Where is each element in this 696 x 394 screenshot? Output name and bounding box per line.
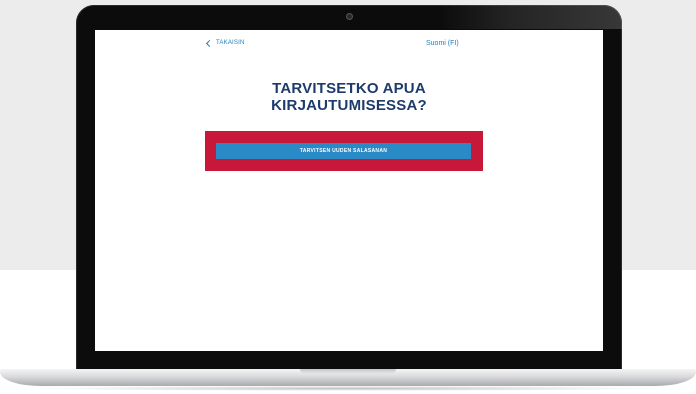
screen-glare [440,5,622,29]
product-mockup: TAKAISIN Suomi (FI) TARVITSETKO APUA KIR… [0,0,696,394]
laptop-shadow [30,386,666,391]
back-label: TAKAISIN [216,40,245,46]
laptop-screen: TAKAISIN Suomi (FI) TARVITSETKO APUA KIR… [95,30,603,351]
camera-icon [346,13,353,20]
page-title: TARVITSETKO APUA KIRJAUTUMISESSA? [95,80,603,114]
back-link[interactable]: TAKAISIN [205,39,245,47]
page-title-line-2: KIRJAUTUMISESSA? [271,97,427,114]
laptop-opening-notch [300,369,396,374]
language-selector[interactable]: Suomi (FI) [426,40,459,47]
chevron-left-icon [205,39,214,47]
new-password-button[interactable]: TARVITSEN UUDEN SALASANAN [216,143,471,159]
top-bar: TAKAISIN Suomi (FI) [95,30,603,60]
page-title-line-1: TARVITSETKO APUA [272,80,426,97]
